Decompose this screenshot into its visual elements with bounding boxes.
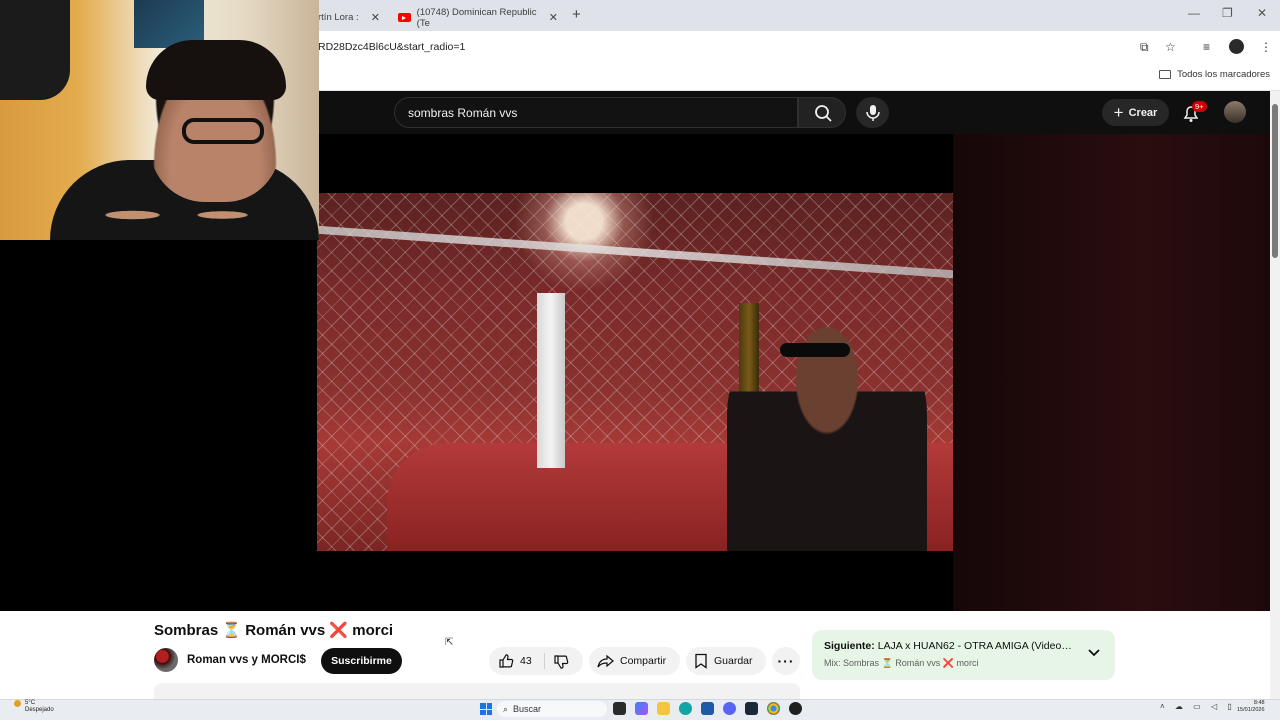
webcam-jacket — [0, 0, 70, 100]
video-scene-cage-rail — [317, 225, 953, 279]
scrollbar-thumb[interactable] — [1272, 104, 1278, 258]
browser-menu-icon[interactable]: ⋮ — [1260, 40, 1272, 54]
voice-search-button[interactable] — [856, 97, 889, 128]
maximize-icon[interactable]: ❐ — [1222, 6, 1233, 20]
more-horizontal-icon: ··· — [777, 653, 795, 669]
minimize-icon[interactable]: — — [1188, 6, 1200, 20]
up-next-prefix: Siguiente: — [824, 640, 875, 652]
search-button[interactable] — [798, 97, 846, 128]
weather-icon — [14, 700, 21, 707]
like-divider — [544, 653, 545, 669]
up-next-panel[interactable] — [812, 630, 1115, 680]
obs-icon[interactable] — [789, 702, 802, 715]
share-icon — [597, 654, 614, 668]
webcam-overlay — [0, 0, 319, 240]
webcam-hair — [146, 40, 286, 100]
taskbar-clock[interactable]: 8:48 15/01/2026 — [1237, 700, 1265, 714]
up-next-video-title: LAJA x HUAN62 - OTRA AMIGA (Video O... — [877, 640, 1074, 652]
tab-youtube[interactable]: (10748) Dominican Republic (Te ✕ — [390, 4, 566, 31]
chevron-down-icon[interactable] — [1087, 646, 1101, 661]
bookmark-star-icon[interactable]: ☆ — [1165, 40, 1176, 54]
store-icon[interactable] — [701, 702, 714, 715]
save-label: Guardar — [714, 655, 753, 667]
onedrive-icon[interactable]: ☁ — [1175, 702, 1183, 711]
search-icon: ⌕ — [503, 704, 509, 714]
video-scene-person — [727, 323, 927, 551]
share-label: Compartir — [620, 655, 667, 667]
webcam-glasses — [182, 118, 264, 144]
plus-icon: + — [1113, 103, 1124, 122]
window-close-icon[interactable]: ✕ — [1257, 6, 1267, 20]
new-tab-button[interactable]: + — [572, 6, 581, 23]
like-button[interactable] — [498, 653, 514, 672]
task-view-icon[interactable] — [613, 702, 626, 715]
search-input[interactable]: sombras Román vvs — [394, 97, 798, 128]
search-icon — [815, 105, 832, 122]
subscribe-button[interactable]: Suscribirme — [321, 648, 402, 674]
channel-name[interactable]: Roman vvs y MORCI$ — [187, 654, 306, 666]
up-next-title[interactable]: Siguiente: LAJA x HUAN62 - OTRA AMIGA (V… — [824, 640, 1074, 652]
thumbs-down-icon — [554, 655, 569, 669]
like-count: 43 — [520, 655, 532, 667]
profile-avatar[interactable] — [1229, 39, 1244, 54]
up-next-mix: Mix: Sombras ⏳ Román vvs ❌ morci — [824, 658, 979, 668]
copilot-icon[interactable] — [635, 702, 648, 715]
url-field[interactable]: RD28Dzc4Bl6cU&start_radio=1 — [312, 35, 1132, 59]
edge-icon[interactable] — [679, 702, 692, 715]
mouse-cursor-icon: ⇱ — [445, 637, 454, 648]
youtube-icon — [398, 13, 411, 22]
chrome-icon[interactable] — [767, 702, 780, 715]
discord-icon[interactable] — [723, 702, 736, 715]
tab-label: rtín Lora : — [318, 12, 359, 23]
share-button[interactable]: Compartir — [589, 647, 680, 675]
clock-time: 8:48 — [1253, 700, 1265, 706]
create-button[interactable]: + Crear — [1102, 99, 1169, 126]
webcam-hands — [90, 195, 260, 235]
system-tray[interactable]: ˄ ☁ ▭ ◁ ▯ — [1160, 702, 1232, 711]
bookmark-icon — [695, 653, 707, 669]
steam-icon[interactable] — [745, 702, 758, 715]
network-icon[interactable]: ▭ — [1193, 702, 1201, 711]
microphone-icon — [866, 105, 880, 121]
tab-label: (10748) Dominican Republic (Te — [416, 6, 537, 29]
dislike-button[interactable] — [553, 654, 569, 673]
bookmarks-label: Todos los marcadores — [1177, 69, 1270, 80]
weather-desc: Despejado — [25, 707, 54, 713]
account-avatar[interactable] — [1224, 101, 1246, 123]
volume-icon[interactable]: ◁ — [1211, 702, 1217, 711]
save-button[interactable]: Guardar — [686, 647, 766, 675]
video-title: Sombras ⏳ Román vvs ❌ morci — [154, 622, 394, 639]
create-label: Crear — [1128, 106, 1158, 119]
close-icon[interactable]: ✕ — [549, 11, 558, 24]
file-explorer-icon[interactable] — [657, 702, 670, 715]
thumbs-up-icon — [499, 654, 514, 668]
weather-temp: 5°C — [25, 700, 36, 706]
battery-icon[interactable]: ▯ — [1227, 702, 1231, 711]
clock-date: 15/01/2026 — [1237, 707, 1265, 713]
description-box[interactable] — [154, 683, 800, 699]
folder-icon — [1159, 70, 1172, 79]
notification-badge: 9+ — [1192, 101, 1207, 112]
video-ambient-glow — [953, 134, 1270, 611]
install-icon[interactable]: ⧉ — [1140, 40, 1149, 55]
more-actions-button[interactable]: ··· — [772, 647, 800, 675]
windows-start-icon[interactable] — [480, 703, 492, 715]
channel-avatar[interactable] — [154, 648, 178, 672]
chevron-up-icon[interactable]: ˄ — [1160, 702, 1165, 711]
taskbar-search[interactable]: ⌕ Buscar — [497, 701, 607, 717]
tab-browser-1[interactable]: rtín Lora : ✕ — [310, 4, 388, 31]
all-bookmarks[interactable]: Todos los marcadores — [1159, 69, 1270, 80]
like-dislike-group: 43 — [489, 647, 583, 675]
close-icon[interactable]: ✕ — [371, 11, 380, 24]
video-scene-post — [537, 293, 565, 468]
video-scene-sunglasses — [780, 343, 850, 357]
video-frame[interactable] — [317, 193, 953, 551]
media-queue-icon[interactable]: ≡ — [1203, 40, 1210, 54]
taskbar-search-placeholder: Buscar — [513, 704, 542, 714]
weather-widget[interactable]: 5°C Despejado — [25, 700, 54, 714]
